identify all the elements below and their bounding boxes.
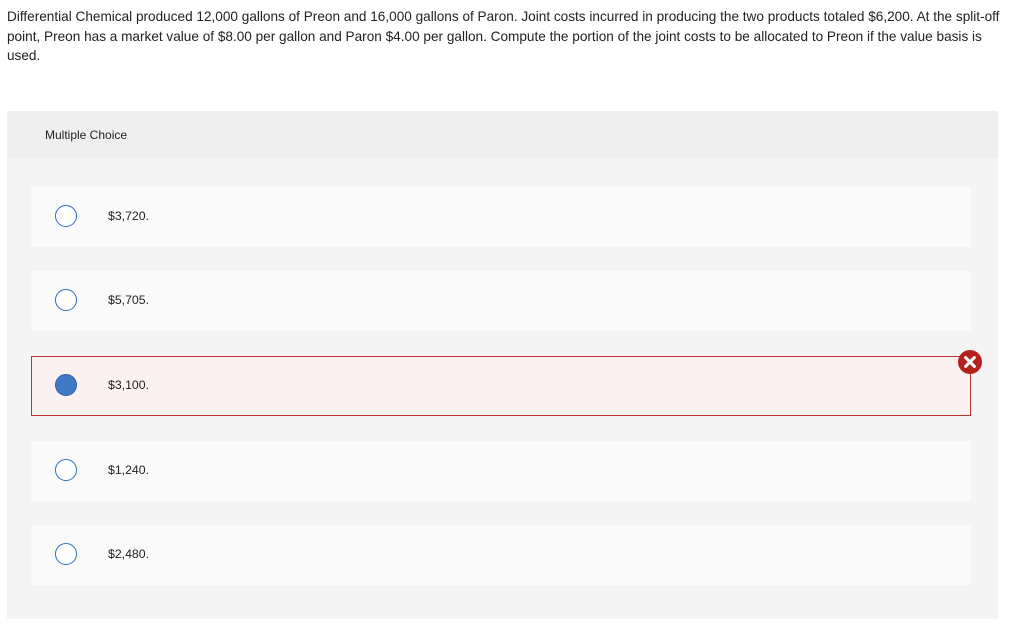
answer-option-3-selected[interactable]: $3,100. [31, 350, 982, 416]
answer-option-label: $2,480. [108, 547, 150, 561]
radio-button-icon[interactable] [55, 543, 77, 565]
multiple-choice-header: Multiple Choice [7, 111, 998, 158]
answer-option-2[interactable]: $5,705. [31, 271, 971, 331]
radio-button-selected-icon[interactable] [55, 374, 77, 396]
radio-button-icon[interactable] [55, 459, 77, 481]
radio-button-icon[interactable] [55, 205, 77, 227]
answer-option-label: $1,240. [108, 463, 150, 477]
x-circle-icon [958, 350, 982, 374]
answer-option-label: $3,720. [108, 209, 150, 223]
answer-option-4[interactable]: $1,240. [31, 441, 971, 501]
answer-option-1[interactable]: $3,720. [31, 187, 971, 247]
multiple-choice-panel: Multiple Choice $3,720. $5,705. $3,100. … [7, 111, 998, 619]
answer-option-5[interactable]: $2,480. [31, 525, 971, 585]
radio-button-icon[interactable] [55, 289, 77, 311]
answer-option-label: $5,705. [108, 293, 150, 307]
answer-option-label: $3,100. [108, 378, 150, 392]
question-text: Differential Chemical produced 12,000 ga… [7, 9, 1000, 63]
multiple-choice-header-label: Multiple Choice [45, 128, 128, 142]
